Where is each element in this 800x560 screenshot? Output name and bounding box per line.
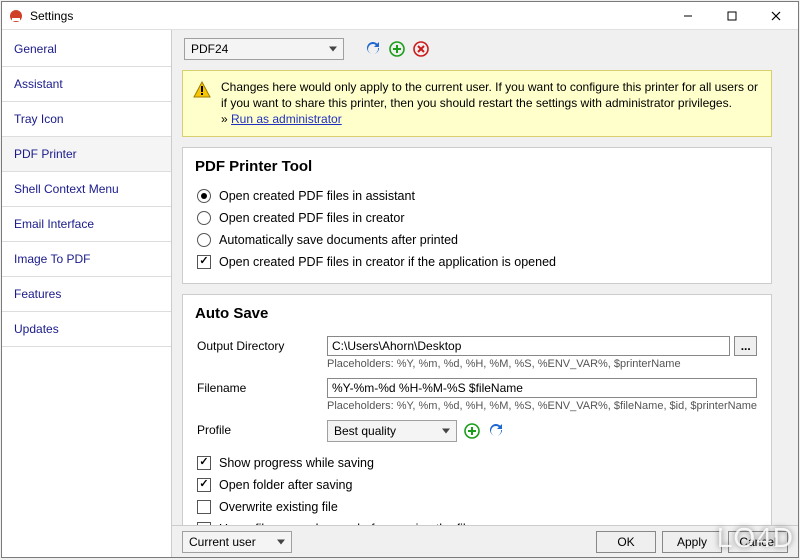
check-overwrite[interactable] (197, 500, 211, 514)
minimize-button[interactable] (666, 2, 710, 30)
check-show-progress[interactable] (197, 456, 211, 470)
output-dir-input[interactable] (327, 336, 730, 356)
warning-icon (193, 81, 211, 99)
sidebar-item-updates[interactable]: Updates (2, 312, 171, 347)
maximize-button[interactable] (710, 2, 754, 30)
browse-button[interactable]: ... (734, 336, 757, 356)
radio-label: Automatically save documents after print… (219, 233, 458, 247)
check-open-in-creator-if-open[interactable] (197, 255, 211, 269)
sidebar: General Assistant Tray Icon PDF Printer … (2, 30, 172, 557)
profile-select-value: Best quality (334, 424, 396, 438)
sidebar-item-label: Shell Context Menu (14, 182, 119, 196)
cancel-button[interactable]: Cancel (728, 531, 788, 553)
sidebar-item-label: Assistant (14, 77, 63, 91)
check-open-folder[interactable] (197, 478, 211, 492)
sidebar-item-label: Updates (14, 322, 59, 336)
scrollbar-thumb[interactable] (777, 126, 789, 306)
sidebar-item-shell-context-menu[interactable]: Shell Context Menu (2, 172, 171, 207)
refresh-icon[interactable] (364, 40, 382, 58)
admin-alert: Changes here would only apply to the cur… (182, 70, 772, 137)
profile-label: Profile (197, 420, 317, 437)
sidebar-item-tray-icon[interactable]: Tray Icon (2, 102, 171, 137)
add-icon[interactable] (388, 40, 406, 58)
apply-button[interactable]: Apply (662, 531, 722, 553)
profile-refresh-icon[interactable] (487, 422, 505, 440)
check-label: Open folder after saving (219, 478, 352, 492)
printer-select-value: PDF24 (191, 42, 228, 56)
footer: Current user OK Apply Cancel (172, 525, 798, 557)
radio-open-in-creator[interactable] (197, 211, 211, 225)
sidebar-item-label: Image To PDF (14, 252, 90, 266)
check-label: Use a file name chooser before saving th… (219, 522, 473, 525)
close-button[interactable] (754, 2, 798, 30)
check-label: Overwrite existing file (219, 500, 338, 514)
sidebar-item-pdf-printer[interactable]: PDF Printer (2, 137, 171, 172)
panel-heading: PDF Printer Tool (195, 158, 759, 175)
filename-label: Filename (197, 378, 317, 395)
alert-link-prefix: » (221, 112, 231, 126)
content-scroll[interactable]: Changes here would only apply to the cur… (180, 66, 790, 525)
run-as-admin-link[interactable]: Run as administrator (231, 112, 342, 126)
sidebar-item-label: Email Interface (14, 217, 94, 231)
profile-select[interactable]: Best quality (327, 420, 457, 442)
app-icon (8, 8, 24, 24)
panel-heading: Auto Save (195, 305, 759, 322)
titlebar: Settings (2, 2, 798, 30)
scope-select-value: Current user (189, 535, 256, 549)
panel-pdf-printer-tool: PDF Printer Tool Open created PDF files … (182, 147, 772, 284)
ok-button[interactable]: OK (596, 531, 656, 553)
printer-select[interactable]: PDF24 (184, 38, 344, 60)
sidebar-item-label: Features (14, 287, 61, 301)
radio-open-in-assistant[interactable] (197, 189, 211, 203)
sidebar-item-email-interface[interactable]: Email Interface (2, 207, 171, 242)
sidebar-item-features[interactable]: Features (2, 277, 171, 312)
check-filename-chooser[interactable] (197, 522, 211, 525)
sidebar-item-label: PDF Printer (14, 147, 77, 161)
scope-select[interactable]: Current user (182, 531, 292, 553)
delete-icon[interactable] (412, 40, 430, 58)
filename-input[interactable] (327, 378, 757, 398)
sidebar-item-label: General (14, 42, 57, 56)
check-label: Show progress while saving (219, 456, 374, 470)
window-title: Settings (30, 9, 73, 23)
sidebar-item-assistant[interactable]: Assistant (2, 67, 171, 102)
radio-auto-save[interactable] (197, 233, 211, 247)
sidebar-item-image-to-pdf[interactable]: Image To PDF (2, 242, 171, 277)
panel-auto-save: Auto Save Output Directory ... Placehold… (182, 294, 772, 525)
scrollbar-track[interactable] (776, 66, 790, 525)
sidebar-item-general[interactable]: General (2, 32, 171, 67)
output-dir-label: Output Directory (197, 336, 317, 353)
profile-add-icon[interactable] (463, 422, 481, 440)
check-label: Open created PDF files in creator if the… (219, 255, 556, 269)
printer-toolbar: PDF24 (172, 30, 798, 66)
radio-label: Open created PDF files in assistant (219, 189, 415, 203)
alert-text: Changes here would only apply to the cur… (221, 80, 758, 110)
sidebar-item-label: Tray Icon (14, 112, 64, 126)
radio-label: Open created PDF files in creator (219, 211, 405, 225)
filename-hint: Placeholders: %Y, %m, %d, %H, %M, %S, %E… (327, 400, 757, 412)
output-dir-hint: Placeholders: %Y, %m, %d, %H, %M, %S, %E… (327, 358, 757, 370)
